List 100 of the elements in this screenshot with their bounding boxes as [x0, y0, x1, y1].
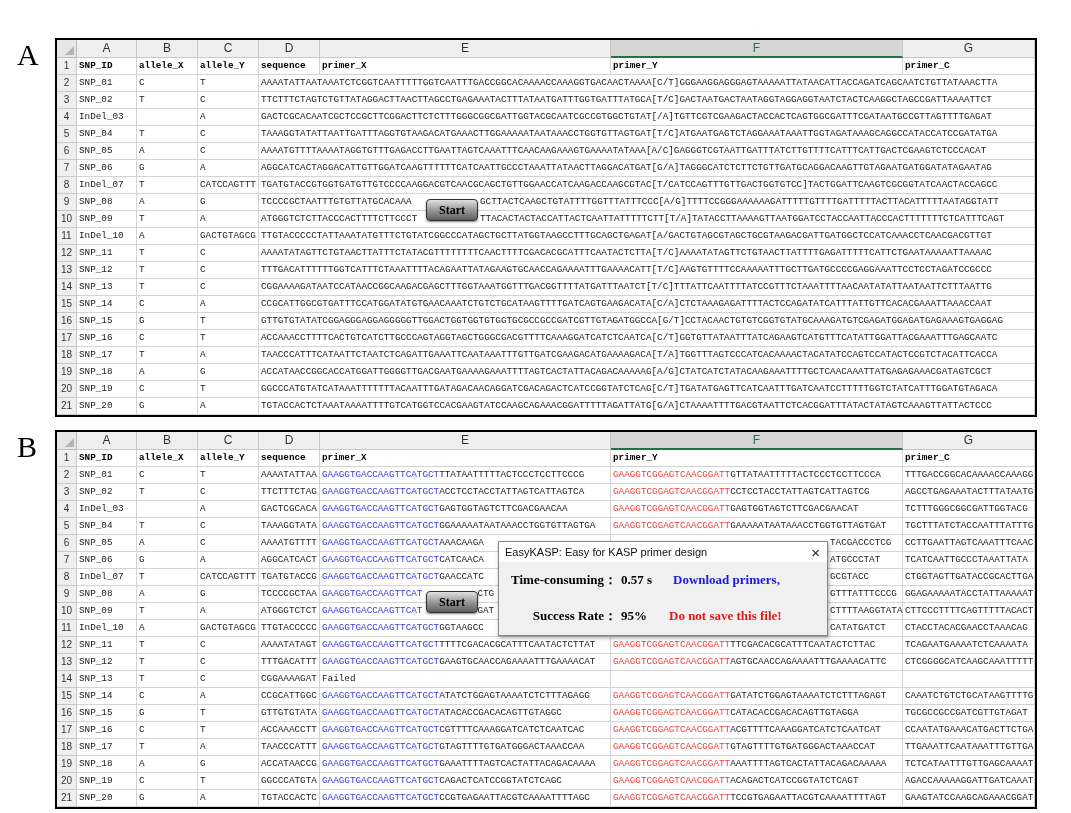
cell-text: GAAGGTCGGAGTCAACGGATTGTAGTTTTGTGATGGGACTAAACCAT — [613, 740, 876, 754]
column-header[interactable]: B — [137, 40, 198, 58]
table-cell: G — [137, 790, 198, 807]
table-cell: GACTCGCACAATCGCTCCGCTTCGGACTTCTCTTTGGGCGGCGATTGGTACGCAATCGCCGTGGCTGTAT[/A]TGTTCGTCGAAGACTACCACTCAGTGGCGATTTCGATAATGCCGTTAGTTTTGAGAT — [259, 109, 1035, 126]
row-number: 14 — [57, 671, 77, 688]
table-cell: SNP_04 — [77, 518, 137, 535]
table-cell: T — [137, 637, 198, 654]
column-header[interactable]: G — [903, 40, 1035, 58]
column-header[interactable]: B — [137, 432, 198, 450]
table-cell: primer_X — [320, 58, 611, 75]
table-cell: CTGGTAGTTGATACCGCACTTGA — [903, 569, 1035, 586]
download-link[interactable]: Download primers, — [665, 570, 827, 590]
row-number: 9 — [57, 586, 77, 603]
table-cell: A — [198, 739, 259, 756]
column-header[interactable]: E — [320, 432, 611, 450]
table-cell: GTTGTGTATA — [259, 705, 320, 722]
row-number: 3 — [57, 92, 77, 109]
cell-text: GAAGGTCGGAGTCAACGGATTACGTTTTCAAAGGATCATCTCAATCAT — [613, 723, 881, 737]
row-number: 18 — [57, 739, 77, 756]
table-cell: A — [198, 347, 259, 364]
cell-text: GAAGGTCGGAGTCAACGGATTTCCGTGAGAATTACGTCAAAATTTTAGT — [613, 791, 887, 805]
table-cell: A — [198, 688, 259, 705]
table-cell: G — [198, 194, 259, 211]
row-number: 3 — [57, 484, 77, 501]
table-cell: CAAATCTGTCTGCATAAGTTTTG — [903, 688, 1035, 705]
cell-text: Failed — [322, 672, 356, 686]
table-cell: A — [198, 109, 259, 126]
table-cell: SNP_02 — [77, 92, 137, 109]
table-cell: CCAATATGAAACATGACTTCTGA — [903, 722, 1035, 739]
table-cell: ACCATAACCGGCACCATGGATTGGGGTTGACGAATGAAAAGAAATTTTAGTCACTATTACAGACAAAAAG[A/G]CTATCATCTATACAAGAAATTTTGCTCAACAAATTATGAGAGAAACGATAGTCGCT — [259, 364, 1035, 381]
cell-text: GAAGGTGACCAAGTTCATGCTGAGTGGTAGTCTTCGACGAACAA — [322, 502, 568, 516]
table-cell: TTGTACCCCCTATTAAATATGTTTCTGTATCGGCCCATAGCTGCTTATGGTAAGCCTTTGCAGCTGAGAT[A/GACTGTAGCGTAGCTGCGTAAGACGATTGATGGCTCCATCAAACCTCAACGACGTTGT — [259, 228, 1035, 245]
table-cell: T — [137, 279, 198, 296]
column-header[interactable]: F — [611, 432, 903, 450]
table-cell: A — [198, 160, 259, 177]
table-cell: A — [198, 501, 259, 518]
select-all-icon[interactable] — [65, 46, 74, 55]
cell-text: GAAGGTGACCAAGTTCATGCTGGAAAAATAATAAACCTGGTGTTAGTGA — [322, 519, 596, 533]
table-cell: T — [198, 313, 259, 330]
table-cell: A — [137, 194, 198, 211]
column-header[interactable]: C — [198, 40, 259, 58]
column-header[interactable]: E — [320, 40, 611, 58]
table-cell: A — [198, 552, 259, 569]
table-cell: InDel_07 — [77, 569, 137, 586]
table-cell: ACCAAACCTT — [259, 722, 320, 739]
column-header[interactable]: C — [198, 432, 259, 450]
row-number: 11 — [57, 620, 77, 637]
row-number: 8 — [57, 569, 77, 586]
cell-text: GAAGGTCGGAGTCAACGGATTCCTCCTACCTATTAGTCATTAGTCG — [613, 485, 870, 499]
table-cell: SNP_01 — [77, 75, 137, 92]
column-header[interactable]: D — [259, 40, 320, 58]
table-cell: SNP_08 — [77, 586, 137, 603]
start-button[interactable]: Start — [426, 591, 478, 613]
table-cell: SNP_06 — [77, 160, 137, 177]
table-cell: SNP_19 — [77, 773, 137, 790]
table-cell: G — [137, 313, 198, 330]
table-cell: AGGCATCACTAGGACATTGTTGGATCAAGTTTTTTCATCAATTGCCCTAAATTATAACTTAGGACATGAT[G/A]TAGGGCATCTCTTCTGTTGATGCAGGACAAGTTGTAGAATGATGGATATAGAATAG — [259, 160, 1035, 177]
column-header[interactable]: F — [611, 40, 903, 58]
cell-text: GAAGGTGACCAAGTTCATGCTGTAGTTTTGTGATGGGACTAAACCAA — [322, 740, 585, 754]
table-cell: TGATGTACCGTGGTGATGTTGTCCCCAAGGACGTCAACGCAGCTGTTGGAACCATCAAGACCAAGCGTAC[T/CATCCAGTTTGTTGACTGGTGTCC]TACTGGATTCAAGTCGCGGTATCAACTACCAGCC — [259, 177, 1035, 194]
success-rate-label: Success Rate： — [531, 606, 617, 625]
cell-text: GAAGGTGACCAAGTTCATGCTGGTAAGCC — [322, 621, 484, 635]
column-header[interactable]: A — [77, 432, 137, 450]
table-cell: C — [137, 330, 198, 347]
cell-text: GAAGGTCGGAGTCAACGGATTGAGTGGTAGTCTTCGACGAACAT — [613, 502, 859, 516]
table-cell: GACTGTAGCG — [198, 228, 259, 245]
cell-text: GAT — [477, 604, 495, 618]
table-cell: C — [198, 484, 259, 501]
row-number: 21 — [57, 790, 77, 807]
table-cell: T — [198, 773, 259, 790]
cell-text: GAAGGTCGGAGTCAACGGATTTTCGACACGCATTTCAATACTCTTAC — [613, 638, 876, 652]
table-cell: primer_C — [903, 58, 1035, 75]
table-cell: SNP_18 — [77, 364, 137, 381]
cell-text: CTG — [477, 587, 495, 601]
table-cell: T — [137, 518, 198, 535]
table-cell: T — [198, 330, 259, 347]
table-cell: SNP_08 — [77, 194, 137, 211]
cell-text: GAAGGTGACCAAGTTCATGCTCATCAACA — [322, 553, 484, 567]
close-button[interactable]: × — [808, 544, 823, 560]
row-number: 21 — [57, 398, 77, 415]
column-header[interactable]: D — [259, 432, 320, 450]
warning-text: Do not save this file! — [668, 606, 783, 625]
table-cell: A — [198, 211, 259, 228]
start-button[interactable]: Start — [426, 199, 478, 221]
table-cell: AAAATGTTTTAAAATAGGTGTTTGAGACCTTGAATTAGTCAAATTTCAACAAGAAAGTGAAAATATAAA[A/C]GAGGGTCGTAATTGATTTATCTTGTTTTCATTTCATTGACTCGAAGTCTCCCACAT — [259, 143, 1035, 160]
select-all-icon[interactable] — [65, 438, 74, 447]
table-cell: T — [137, 262, 198, 279]
column-header[interactable]: A — [77, 40, 137, 58]
table-cell: SNP_13 — [77, 671, 137, 688]
cell-text: ATGGGTCTCTTACCCACTTTTCTTCCCT — [261, 212, 419, 226]
table-cell: C — [198, 637, 259, 654]
table-cell: GGCCCATGTA — [259, 773, 320, 790]
row-number: 2 — [57, 75, 77, 92]
table-cell: CGGAAAAGATAATCCATAACCGGCAAGACGAGCTTTGGTAAATGGTTTGACGGTTTTATGATTTAATCT[T/C]TTTATTCAATTTTATCCGTTTCTAAATTTTAACAATATATTAATAATTCTTTAATTG — [259, 279, 1035, 296]
table-cell: AAAATATTAATAAATCTCGGTCAATTTTTGGTCAATTTGACCGGCACAAAACCAAAGGTGACAACTAAAA[C/T]GGGAAGGAGGGAGTAAAAATTATAACATTACCAGATCAGCAATCTGTTATAAACTTA — [259, 75, 1035, 92]
table-cell: primer_Y — [611, 58, 903, 75]
row-number: 15 — [57, 688, 77, 705]
table-cell: SNP_16 — [77, 722, 137, 739]
column-header[interactable]: G — [903, 432, 1035, 450]
table-cell: TGTACCACTCTAAATAAAATTTTGTCATGGTCCACGAAGTATCCAAGCAGAAACGGATTTTTAGATTATG[G/A]CTAAAATTTTGACGTAATTCTCACGGATTTATACTATAGTCAAAGTTATTACTCCC — [259, 398, 1035, 415]
